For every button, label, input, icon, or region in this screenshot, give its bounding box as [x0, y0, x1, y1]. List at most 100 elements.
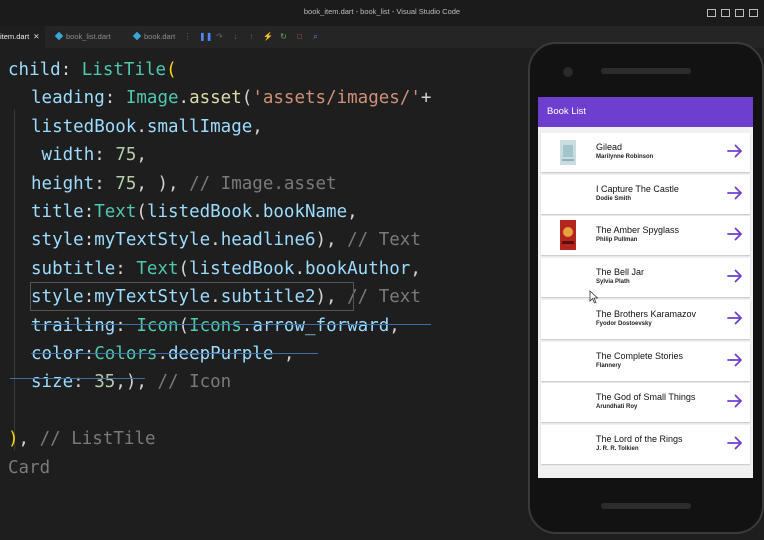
code-line: style:myTextStyle.headline6), // Text [31, 226, 421, 254]
arrow-forward-icon[interactable] [726, 184, 744, 202]
code-token: : [94, 145, 116, 166]
code-token: bookAuthor [304, 258, 411, 279]
book-title: The Bell Jar [596, 267, 645, 278]
book-author: Fyodor Dostoevsky [596, 320, 652, 327]
arrow-forward-icon[interactable] [726, 225, 744, 243]
pause-icon[interactable]: ❚❚ [199, 30, 212, 43]
book-thumbnail [558, 136, 578, 169]
book-thumbnail [558, 386, 578, 419]
toggle-sidebar-icon[interactable] [707, 9, 716, 17]
code-token: listedBook [146, 202, 253, 222]
code-token: . [178, 88, 190, 109]
code-token: : [60, 60, 82, 80]
code-token: subtitle [31, 258, 116, 279]
customize-layout-icon[interactable] [749, 9, 758, 17]
toggle-panel-icon[interactable] [721, 9, 730, 17]
tab-book-list-dart[interactable]: book_list.dart [50, 26, 117, 48]
code-token: ( [136, 202, 147, 222]
code-token: child [8, 60, 61, 80]
code-token: . [136, 116, 147, 137]
code-line: height: 75, ), // Image.asset [31, 170, 337, 198]
book-author: Dodie Smith [596, 195, 632, 202]
code-token: , [252, 116, 263, 137]
book-list-tile[interactable]: The Lord of the Rings J. R. R. Tolkien [541, 424, 750, 464]
book-list-tile[interactable]: The Bell Jar Sylvia Plath [541, 258, 750, 298]
code-line: ), // ListTile [8, 425, 156, 453]
book-title: The Lord of the Rings [596, 433, 683, 444]
arrow-forward-icon[interactable] [726, 434, 744, 452]
book-list-tile[interactable]: Gilead Marilynne Robinson [541, 133, 750, 172]
code-token: ( [166, 60, 177, 80]
window-title: book_item.dart - book_list - Visual Stud… [303, 7, 461, 16]
book-title: The Complete Stories [596, 350, 684, 361]
book-thumbnail [558, 303, 578, 336]
arrow-forward-icon[interactable] [726, 309, 744, 327]
book-title: I Capture The Castle [596, 183, 679, 194]
code-token: . [252, 202, 263, 222]
code-token: ( [178, 315, 190, 336]
devtools-search-icon[interactable]: ⌕ [311, 30, 320, 43]
tab-label: book_list.dart [66, 32, 111, 41]
stop-icon[interactable]: □ [295, 30, 304, 43]
code-token: smallImage [146, 116, 253, 137]
arrow-forward-icon[interactable] [726, 392, 744, 410]
code-token: 'assets/images/' [252, 88, 421, 109]
bracket-underline [31, 324, 431, 325]
book-list-tile[interactable]: The God of Small Things Arundhati Roy [541, 383, 750, 423]
tab-label: book.dart [144, 32, 176, 41]
drag-handle-icon[interactable]: ⋮ [183, 30, 192, 43]
code-line: child: ListTile( [8, 56, 177, 84]
debug-toolbar: ⋮ ❚❚ ↷ ↓ ↑ ⚡ ↻ □ ⌕ [183, 30, 320, 43]
code-token: : [83, 230, 95, 251]
tab-book-dart[interactable]: book.dart [128, 26, 181, 48]
code-token: myTextStyle [94, 230, 211, 251]
code-token: arrow_forward [252, 315, 390, 336]
book-title: The Brothers Karamazov [596, 308, 697, 319]
code-token: ), [315, 230, 348, 251]
code-token: : [104, 88, 126, 109]
book-author: J. R. R. Tolkien [596, 445, 639, 452]
restart-icon[interactable]: ↻ [279, 30, 288, 43]
step-into-icon[interactable]: ↓ [231, 30, 240, 43]
code-line: listedBook.smallImage, [31, 113, 263, 141]
code-token: , [273, 344, 295, 364]
toggle-secondary-sidebar-icon[interactable] [735, 9, 744, 17]
code-token: asset [189, 88, 242, 109]
code-token: Text [136, 258, 179, 279]
tab-item-dart[interactable]: item.dart ✕ [0, 26, 46, 48]
close-icon[interactable]: ✕ [33, 32, 39, 41]
code-token: deepPurple [168, 344, 274, 364]
bracket-underline [10, 378, 145, 379]
code-editor[interactable]: child: ListTile(leading: Image.asset('as… [0, 48, 530, 540]
code-token: title [31, 202, 84, 222]
code-token: height [31, 173, 95, 194]
arrow-forward-icon[interactable] [726, 267, 744, 285]
arrow-forward-icon[interactable] [726, 351, 744, 369]
code-line: width: 75, [31, 141, 147, 169]
book-thumbnail [558, 219, 578, 252]
book-thumbnail [558, 178, 578, 211]
hot-reload-icon[interactable]: ⚡ [263, 30, 273, 43]
book-list-tile[interactable]: The Complete Stories Flannery [541, 341, 750, 381]
book-list-tile[interactable]: I Capture The Castle Dodie Smith [541, 174, 750, 214]
book-list-tile[interactable]: The Brothers Karamazov Fyodor Dostoevsky [541, 299, 750, 339]
tab-label: item.dart [0, 32, 30, 41]
code-line: leading: Image.asset('assets/images/'+ [31, 84, 431, 112]
code-token: , [136, 145, 147, 166]
arrow-forward-icon[interactable] [726, 142, 744, 160]
code-token: leading [31, 88, 105, 109]
book-list-tile[interactable]: The Amber Spyglass Philip Pullman [541, 216, 750, 256]
code-token: ( [178, 258, 190, 279]
code-token: Image [125, 88, 179, 109]
code-token: Colors [94, 344, 158, 364]
app-bar-title: Book List [547, 106, 587, 117]
step-over-icon[interactable]: ↷ [215, 30, 224, 43]
dart-file-icon [132, 31, 142, 41]
code-line: title:Text(listedBook.bookName, [31, 198, 358, 226]
code-token: Text [94, 202, 137, 222]
mouse-cursor-icon [589, 290, 599, 304]
code-token: style [31, 230, 84, 251]
step-out-icon[interactable]: ↑ [247, 30, 256, 43]
indent-guide [14, 110, 15, 450]
